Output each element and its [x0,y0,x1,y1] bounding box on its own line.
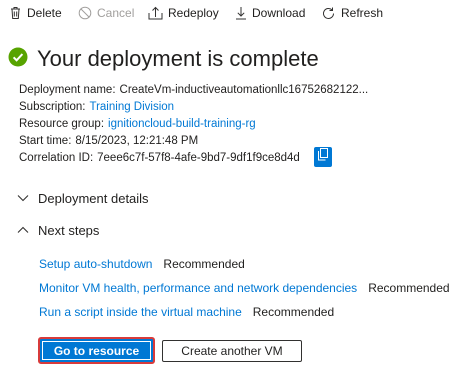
start-time-label: Start time: [19,135,72,147]
resource-group-row: Resource group: ignitioncloud-build-trai… [19,116,368,133]
subscription-row: Subscription: Training Division [19,99,368,116]
page-title: Your deployment is complete [37,46,319,71]
command-bar: Delete Cancel Redeploy Download Refresh [0,0,450,26]
resource-group-label: Resource group: [19,118,105,130]
monitor-vm-health-link[interactable]: Monitor VM health, performance and netwo… [39,281,357,295]
deployment-name-row: Deployment name: CreateVm-inductiveautom… [19,82,368,99]
delete-button[interactable]: Delete [9,0,62,26]
refresh-button[interactable]: Refresh [321,0,383,26]
deployment-details-title: Deployment details [38,190,149,206]
subscription-label: Subscription: [19,101,86,113]
cancel-icon [78,6,92,20]
next-step-item: Monitor VM health, performance and netwo… [39,280,450,296]
recommended-tag: Recommended [252,305,335,319]
resource-group-link[interactable]: ignitioncloud-build-training-rg [108,116,256,133]
go-to-resource-button[interactable]: Go to resource [38,337,155,364]
next-step-item: Setup auto-shutdown Recommended [39,256,245,272]
next-steps-title: Next steps [38,222,100,238]
refresh-icon [321,6,336,21]
redeploy-button[interactable]: Redeploy [148,0,219,26]
next-steps-toggle[interactable]: Next steps [17,220,99,240]
subscription-link[interactable]: Training Division [89,99,174,116]
go-to-resource-label: Go to resource [42,341,151,360]
recommended-tag: Recommended [368,281,450,295]
success-check-icon [8,47,28,72]
copy-to-clipboard-button[interactable] [314,147,332,167]
download-icon [235,6,247,20]
correlation-id-value: 7eee6c7f-57f8-4afe-9bd7-9df1f9ce8d4d [97,152,300,164]
start-time-value: 8/15/2023, 12:21:48 PM [75,135,199,147]
cancel-button[interactable]: Cancel [78,0,134,26]
deployment-details-toggle[interactable]: Deployment details [17,188,149,208]
setup-auto-shutdown-link[interactable]: Setup auto-shutdown [39,257,152,271]
page-header: Your deployment is complete [8,44,319,74]
redeploy-label: Redeploy [168,6,219,20]
run-script-link[interactable]: Run a script inside the virtual machine [39,305,242,319]
download-button[interactable]: Download [235,0,305,26]
create-another-vm-button[interactable]: Create another VM [162,340,302,362]
upload-icon [148,6,163,20]
deployment-name-value: CreateVm-inductiveautomationllc167526821… [119,84,369,96]
trash-icon [9,6,22,20]
correlation-id-label: Correlation ID: [19,152,94,164]
next-step-item: Run a script inside the virtual machine … [39,304,334,320]
recommended-tag: Recommended [163,257,245,271]
delete-label: Delete [27,6,62,20]
refresh-label: Refresh [341,6,384,20]
copy-icon [317,148,329,166]
chevron-up-icon [17,226,31,234]
download-label: Download [252,6,306,20]
deployment-name-label: Deployment name: [19,84,116,96]
chevron-down-icon [17,194,31,202]
cancel-label: Cancel [97,6,135,20]
